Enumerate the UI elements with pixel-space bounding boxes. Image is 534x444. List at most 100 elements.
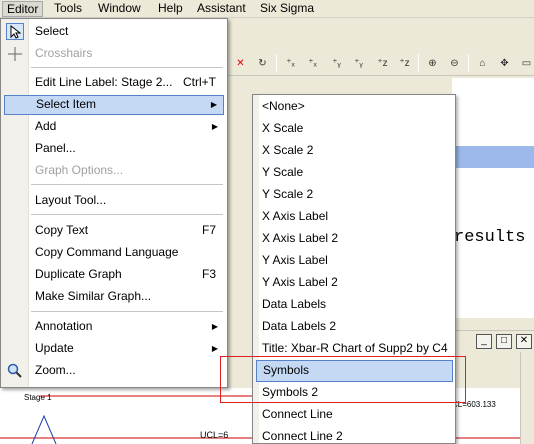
menu-item-add[interactable]: Add ▶ — [4, 117, 224, 137]
menu-separator — [31, 67, 223, 68]
zoom-y-icon[interactable]: ⁺ᵧ — [326, 53, 347, 73]
menu-bar: Editor Tools Window Help Assistant Six S… — [0, 0, 534, 18]
menu-item-annotation[interactable]: Annotation ▶ — [4, 317, 224, 337]
zoom-x2-icon[interactable]: ⁺ₓ — [302, 53, 323, 73]
submenu-arrow-icon: ▶ — [211, 122, 218, 131]
submenu-item-label: Connect Line 2 — [262, 429, 343, 443]
chart-stage-label: Stage 1 — [24, 393, 52, 402]
zoom-out-icon[interactable]: ⊖ — [444, 53, 465, 73]
submenu-item-none[interactable]: <None> — [256, 96, 453, 118]
menu-help[interactable]: Help — [154, 1, 187, 17]
zoom-z2-icon[interactable]: ⁺z — [394, 53, 415, 73]
menu-item-shortcut: F3 — [201, 267, 216, 281]
submenu-item-label: Y Scale — [262, 165, 304, 179]
submenu-item-label: X Axis Label 2 — [262, 231, 339, 245]
submenu-arrow-icon: ▶ — [211, 344, 218, 353]
menu-item-label: Update — [35, 341, 74, 355]
menu-separator — [31, 184, 223, 185]
graph-window-titlebar: _ □ ✕ — [452, 330, 534, 352]
submenu-item-x-scale[interactable]: X Scale — [256, 118, 453, 140]
zoom-x-icon[interactable]: ⁺ₓ — [280, 53, 301, 73]
submenu-item-label: Y Axis Label — [262, 253, 328, 267]
menu-item-label: Panel... — [35, 141, 76, 155]
menu-separator — [31, 214, 223, 215]
menu-item-label: Graph Options... — [35, 163, 124, 177]
submenu-item-label: X Scale — [262, 121, 304, 135]
results-text: results — [454, 228, 526, 247]
menu-editor[interactable]: Editor — [2, 1, 44, 17]
menu-item-label: Make Similar Graph... — [35, 289, 152, 303]
submenu-item-connect-line[interactable]: Connect Line — [256, 404, 453, 426]
submenu-item-x-axis-label-2[interactable]: X Axis Label 2 — [256, 228, 453, 250]
magnifier-icon — [6, 362, 24, 379]
zoom-in-icon[interactable]: ⊕ — [422, 53, 443, 73]
submenu-item-y-axis-label-2[interactable]: Y Axis Label 2 — [256, 272, 453, 294]
submenu-item-label: X Scale 2 — [262, 143, 314, 157]
menu-item-layout-tool[interactable]: Layout Tool... — [4, 191, 224, 211]
editor-menu: Select Crosshairs Edit Line Label: Stage… — [0, 18, 228, 388]
submenu-item-connect-line-2[interactable]: Connect Line 2 — [256, 426, 453, 444]
menu-assistant[interactable]: Assistant — [193, 1, 250, 17]
submenu-item-y-axis-label[interactable]: Y Axis Label — [256, 250, 453, 272]
menu-item-label: Copy Command Language — [35, 245, 179, 259]
submenu-item-x-scale-2[interactable]: X Scale 2 — [256, 140, 453, 162]
submenu-item-y-scale[interactable]: Y Scale — [256, 162, 453, 184]
menu-item-shortcut: Ctrl+T — [183, 75, 216, 89]
menu-item-copy-text[interactable]: Copy Text F7 — [4, 221, 224, 241]
submenu-item-y-scale-2[interactable]: Y Scale 2 — [256, 184, 453, 206]
menu-item-label: Select — [35, 24, 69, 38]
delete-icon[interactable]: ✕ — [230, 53, 251, 73]
graph-toolbar: ✕ ↻ ⁺ₓ ⁺ₓ ⁺ᵧ ⁺ᵧ ⁺z ⁺z ⊕ ⊖ ⌂ ✥ ▭ — [224, 50, 534, 76]
submenu-item-data-labels-2[interactable]: Data Labels 2 — [256, 316, 453, 338]
menu-item-zoom[interactable]: Zoom... — [4, 361, 224, 381]
submenu-item-label: Data Labels 2 — [262, 319, 337, 333]
submenu-item-x-axis-label[interactable]: X Axis Label — [256, 206, 453, 228]
submenu-item-data-labels[interactable]: Data Labels — [256, 294, 453, 316]
menu-item-label: Crosshairs — [35, 46, 93, 60]
zoom-z-icon[interactable]: ⁺z — [372, 53, 393, 73]
window-icon[interactable]: ▭ — [516, 53, 534, 73]
close-icon[interactable]: ✕ — [516, 334, 532, 349]
menu-item-label: Annotation — [35, 319, 93, 333]
zoom-y2-icon[interactable]: ⁺ᵧ — [348, 53, 369, 73]
menu-item-label: Select Item — [36, 97, 97, 111]
cursor-arrow-icon — [6, 23, 24, 40]
menu-item-label: Add — [35, 119, 57, 133]
submenu-item-label: <None> — [262, 99, 305, 113]
session-window — [452, 78, 534, 318]
menu-item-crosshairs: Crosshairs — [4, 44, 224, 64]
menu-item-edit-line-label[interactable]: Edit Line Label: Stage 2... Ctrl+T — [4, 73, 224, 93]
submenu-item-label: X Axis Label — [262, 209, 329, 223]
menu-window[interactable]: Window — [94, 1, 145, 17]
menu-item-select[interactable]: Select — [4, 22, 224, 42]
menu-six-sigma[interactable]: Six Sigma — [256, 1, 318, 17]
menu-item-duplicate-graph[interactable]: Duplicate Graph F3 — [4, 265, 224, 285]
pan-icon[interactable]: ✥ — [494, 53, 515, 73]
submenu-arrow-icon: ▶ — [210, 100, 217, 109]
vertical-scrollbar[interactable] — [520, 352, 534, 444]
menu-item-shortcut: F7 — [201, 223, 216, 237]
submenu-item-label: Connect Line — [262, 407, 333, 421]
annotation-highlight-box — [220, 356, 466, 403]
maximize-icon[interactable]: □ — [496, 334, 512, 349]
submenu-arrow-icon: ▶ — [211, 322, 218, 331]
crosshairs-icon — [6, 45, 24, 62]
minimize-icon[interactable]: _ — [476, 334, 492, 349]
menu-tools[interactable]: Tools — [50, 1, 86, 17]
menu-item-panel[interactable]: Panel... — [4, 139, 224, 159]
ucl-label: UCL=6 — [200, 430, 229, 440]
home-icon[interactable]: ⌂ — [472, 53, 493, 73]
menu-item-update[interactable]: Update ▶ — [4, 339, 224, 359]
menu-item-label: Layout Tool... — [35, 193, 107, 207]
menu-item-label: Edit Line Label: Stage 2... — [35, 75, 173, 89]
menu-item-copy-command-language[interactable]: Copy Command Language — [4, 243, 224, 263]
menu-item-select-item[interactable]: Select Item ▶ — [4, 95, 224, 115]
rotate-icon[interactable]: ↻ — [252, 53, 273, 73]
session-titlebar — [452, 146, 534, 168]
menu-item-label: Copy Text — [35, 223, 89, 237]
submenu-item-label: Y Scale 2 — [262, 187, 314, 201]
menu-item-label: Zoom... — [35, 363, 76, 377]
menu-item-graph-options: Graph Options... — [4, 161, 224, 181]
menu-item-make-similar-graph[interactable]: Make Similar Graph... — [4, 287, 224, 307]
submenu-item-label: Y Axis Label 2 — [262, 275, 338, 289]
